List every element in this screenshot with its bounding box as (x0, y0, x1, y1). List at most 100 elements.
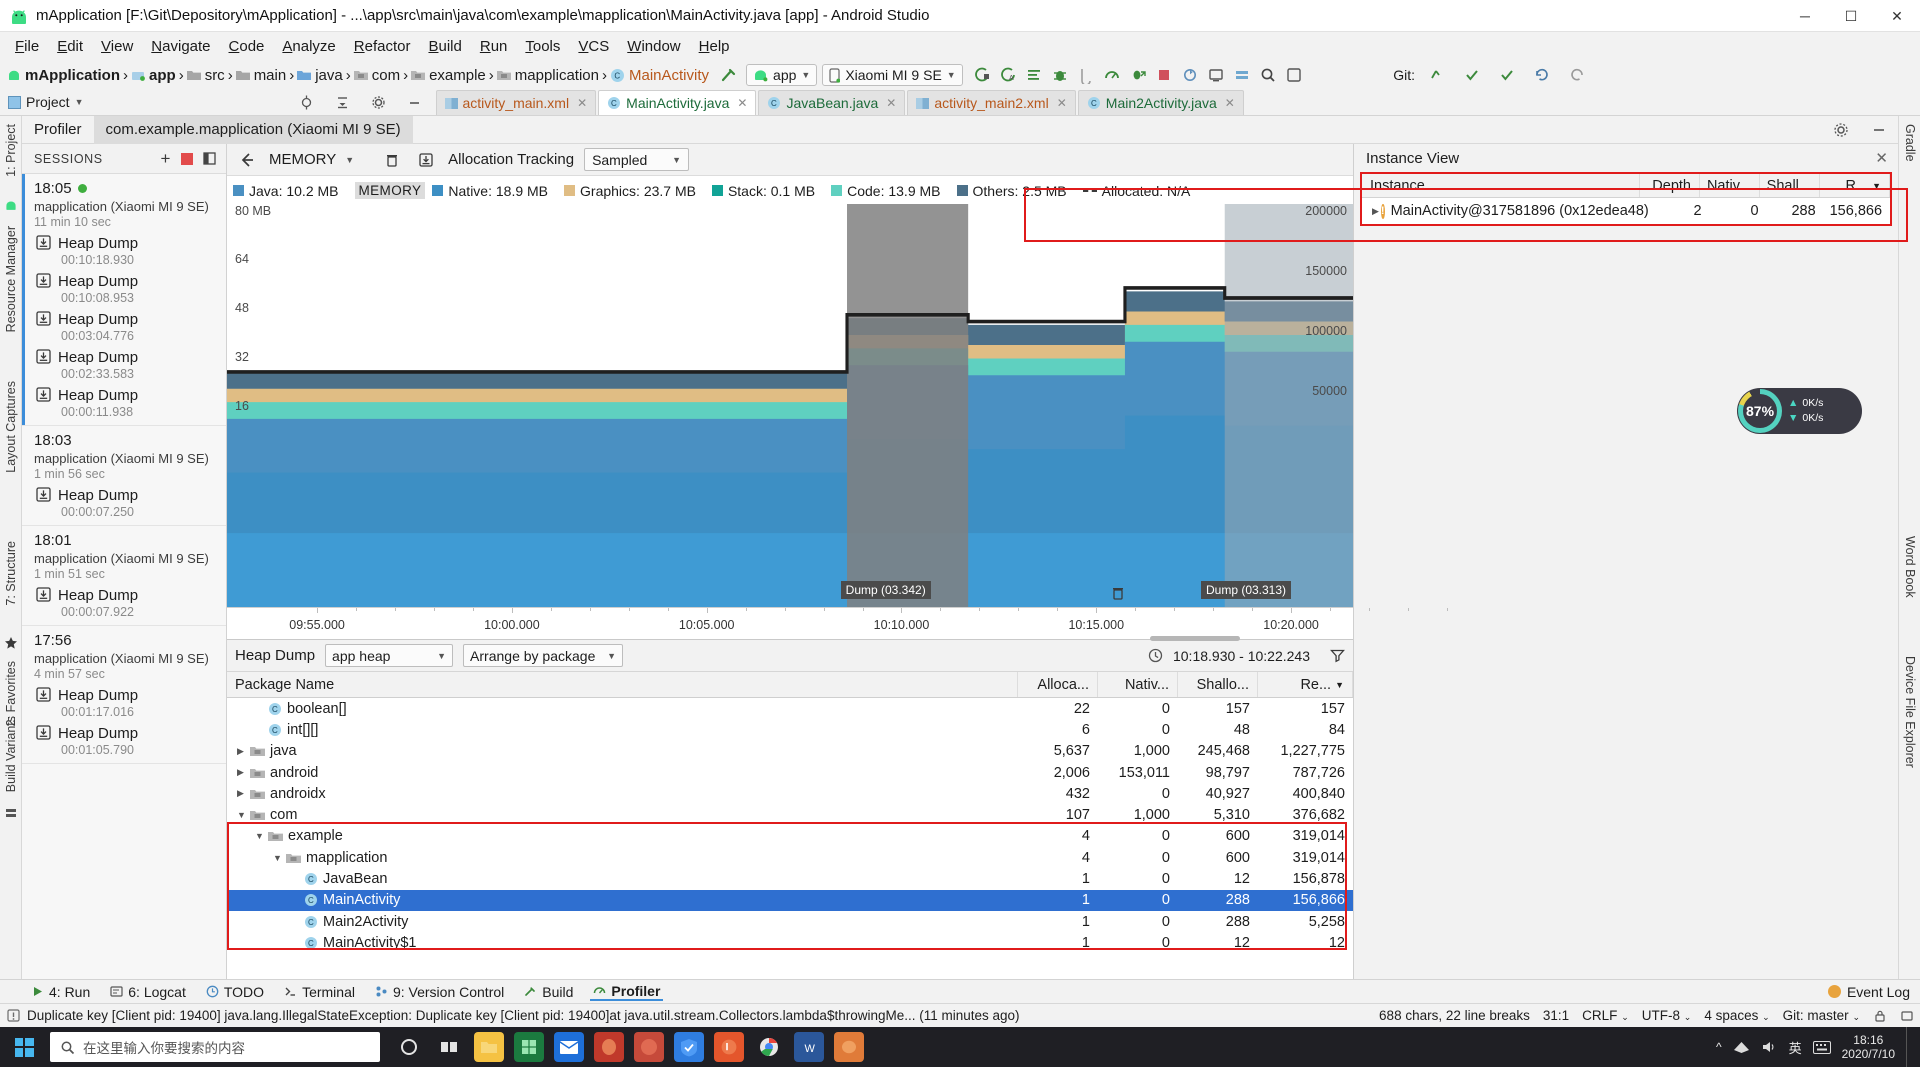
instance-table[interactable]: InstanceDepthNativ...Shall...R... ▼ ▶!Ma… (1360, 172, 1892, 226)
expand-arrow-icon[interactable]: ▶ (237, 767, 248, 778)
stop-icon[interactable] (1153, 64, 1175, 86)
browser-icon[interactable] (634, 1032, 664, 1062)
heap-dump-capture[interactable]: Heap Dump (34, 687, 226, 704)
menu-item-file[interactable]: File (6, 35, 48, 58)
taskbar-search-input[interactable]: 在这里输入你要搜索的内容 (50, 1032, 380, 1062)
table-row[interactable]: ▼example40600319,014 (227, 826, 1353, 847)
rail-item-gradle[interactable]: Gradle (1903, 124, 1917, 162)
rail-item-resource-manager[interactable]: Resource Manager (4, 226, 18, 332)
table-row[interactable]: Cint[][]604884 (227, 719, 1353, 740)
cortana-icon[interactable] (394, 1032, 424, 1062)
breadcrumb-item-src[interactable]: src (184, 67, 228, 84)
mail-icon[interactable] (554, 1032, 584, 1062)
run-all-icon[interactable]: A (997, 64, 1019, 86)
heap-dump-capture[interactable]: Heap Dump (34, 725, 226, 742)
tool-window--run[interactable]: 4: Run (28, 984, 93, 1000)
instance-row[interactable]: ▶!MainActivity@317581896 (0x12edea48)202… (1362, 198, 1890, 224)
filter-icon[interactable] (1330, 648, 1345, 663)
ime-indicator[interactable]: 英 (1789, 1038, 1802, 1057)
heap-dump-capture[interactable]: Heap Dump (34, 273, 226, 290)
rail-item-structure[interactable]: 7: Structure (4, 541, 18, 606)
editor-tab-MainActivity-java[interactable]: CMainActivity.java✕ (598, 90, 756, 115)
rail-item-project[interactable]: 1: Project (4, 124, 18, 177)
event-log-group[interactable]: Event Log (1828, 984, 1910, 1000)
editor-tab-Main2Activity-java[interactable]: CMain2Activity.java✕ (1078, 90, 1244, 115)
status-indent[interactable]: 4 spaces ⌄ (1704, 1008, 1769, 1023)
close-tab-icon[interactable]: ✕ (886, 96, 896, 110)
tool-window-terminal[interactable]: Terminal (281, 984, 358, 1000)
git-redo-icon[interactable] (1566, 64, 1588, 86)
menu-item-analyze[interactable]: Analyze (273, 35, 344, 58)
status-line-separator[interactable]: CRLF ⌄ (1582, 1008, 1629, 1023)
expand-arrow-icon[interactable]: ▶ (1372, 206, 1379, 217)
breadcrumb-item-mainactivity[interactable]: CMainActivity (607, 67, 712, 84)
show-desktop-button[interactable] (1906, 1027, 1912, 1067)
settings-gear-icon[interactable] (368, 91, 390, 113)
sampling-selector[interactable]: Sampled ▼ (584, 148, 689, 171)
hide-panel-icon[interactable] (404, 91, 426, 113)
table-row[interactable]: ▶java5,6371,000245,4681,227,775 (227, 741, 1353, 762)
heap-dump-table[interactable]: Package NameAlloca...Nativ...Shallo...Re… (227, 672, 1353, 979)
profiler-settings-gear-icon[interactable] (1830, 119, 1852, 141)
heap-column-header-4[interactable]: Re... ▼ (1258, 672, 1353, 697)
memory-chart[interactable]: Java: 10.2 MBMEMORYNative: 18.9 MBGraphi… (227, 176, 1353, 639)
dump-annotation-1[interactable]: Dump (03.342) (841, 581, 931, 599)
breadcrumb-item-mapplication[interactable]: mApplication (4, 67, 123, 84)
tray-expand-icon[interactable]: ^ (1716, 1040, 1722, 1054)
android-studio-taskbar-icon[interactable] (834, 1032, 864, 1062)
menu-item-window[interactable]: Window (618, 35, 689, 58)
security-icon[interactable] (674, 1032, 704, 1062)
editor-tab-activity_main-xml[interactable]: activity_main.xml✕ (436, 90, 597, 115)
start-button[interactable] (0, 1027, 48, 1067)
table-row[interactable]: ▼com1071,0005,310376,682 (227, 804, 1353, 825)
collapse-arrow-icon[interactable]: ▼ (255, 831, 266, 841)
heap-column-header-3[interactable]: Shallo... (1178, 672, 1258, 697)
volume-icon[interactable] (1761, 1040, 1778, 1054)
search-everywhere-icon[interactable] (1283, 64, 1305, 86)
status-encoding[interactable]: UTF-8 ⌄ (1642, 1008, 1692, 1023)
expand-arrow-icon[interactable]: ▶ (237, 788, 248, 799)
session-group-1803[interactable]: 18:03mapplication (Xiaomi MI 9 SE)1 min … (22, 426, 226, 526)
git-checkmark-icon[interactable] (1426, 64, 1448, 86)
delete-capture-icon[interactable] (1111, 586, 1125, 601)
profiler-minimize-icon[interactable] (1868, 119, 1890, 141)
file-explorer-icon[interactable] (474, 1032, 504, 1062)
close-tab-icon[interactable]: ✕ (737, 96, 747, 110)
run-configuration-selector[interactable]: app ▼ (746, 64, 817, 86)
debug-icon[interactable] (1049, 64, 1071, 86)
tool-window-build[interactable]: Build (521, 984, 576, 1000)
profiler-process-chip[interactable]: com.example.mapplication (Xiaomi MI 9 SE… (94, 116, 413, 144)
back-arrow-icon[interactable] (235, 148, 259, 172)
git-update-icon[interactable] (1461, 64, 1483, 86)
breadcrumb-item-example[interactable]: example (408, 67, 489, 84)
heap-column-header-0[interactable]: Package Name (227, 672, 1018, 697)
rail-item-device-file-explorer[interactable]: Device File Explorer (1903, 656, 1917, 768)
git-commit-icon[interactable] (1496, 64, 1518, 86)
arrange-select[interactable]: Arrange by package ▼ (463, 644, 623, 667)
heap-select[interactable]: app heap ▼ (325, 644, 453, 667)
sync-gradle-icon[interactable] (1179, 64, 1201, 86)
instance-column-header-1[interactable]: Depth (1640, 174, 1700, 197)
instance-column-header-3[interactable]: Shall... (1760, 174, 1820, 197)
floating-performance-widget[interactable]: 87% ▲0K/s ▼0K/s (1737, 388, 1862, 434)
hammer-build-icon[interactable] (718, 64, 740, 86)
collapse-sessions-icon[interactable] (203, 152, 216, 165)
menu-item-tools[interactable]: Tools (516, 35, 569, 58)
heap-column-header-1[interactable]: Alloca... (1018, 672, 1098, 697)
git-history-icon[interactable] (1531, 64, 1553, 86)
run-with-coverage-icon[interactable] (1127, 64, 1149, 86)
table-row[interactable]: CMainActivity10288156,866 (227, 890, 1353, 911)
maximize-button[interactable]: ☐ (1828, 0, 1874, 32)
rail-item-build-variants[interactable]: Build Variants (4, 716, 18, 792)
session-group-1801[interactable]: 18:01mapplication (Xiaomi MI 9 SE)1 min … (22, 526, 226, 626)
session-group-1805[interactable]: 18:05mapplication (Xiaomi MI 9 SE)11 min… (22, 174, 226, 426)
heap-dump-capture[interactable]: Heap Dump (34, 487, 226, 504)
dump-annotation-2[interactable]: Dump (03.313) (1201, 581, 1291, 599)
taskbar-clock[interactable]: 18:16 2020/7/10 (1842, 1033, 1895, 1061)
menu-item-navigate[interactable]: Navigate (142, 35, 219, 58)
menu-item-vcs[interactable]: VCS (569, 35, 618, 58)
table-row[interactable]: CJavaBean1012156,878 (227, 868, 1353, 889)
status-git-branch[interactable]: Git: master ⌄ (1783, 1008, 1860, 1023)
status-message[interactable]: Duplicate key [Client pid: 19400] java.l… (27, 1008, 1020, 1023)
menu-item-view[interactable]: View (92, 35, 142, 58)
